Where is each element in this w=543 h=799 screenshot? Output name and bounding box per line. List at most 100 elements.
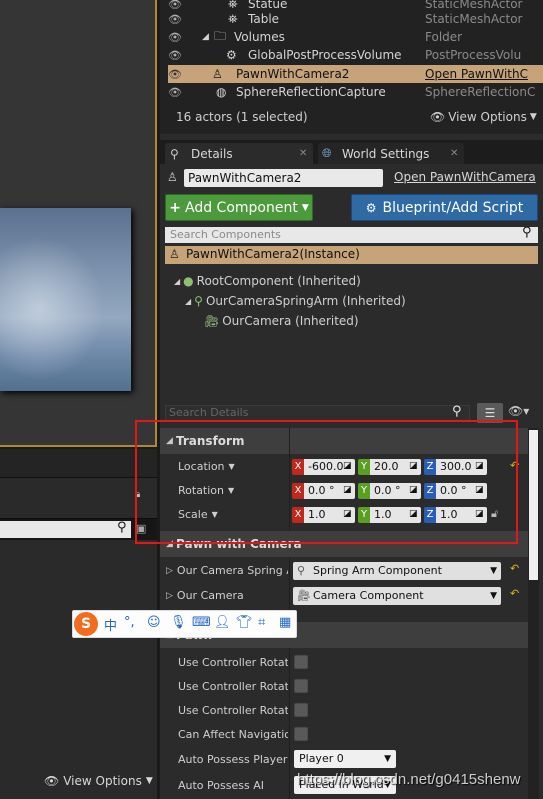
drag-handle-icon[interactable]: ◪ <box>475 486 484 495</box>
search-icon[interactable]: ⚲ <box>452 404 462 419</box>
chevron-down-icon: ▼ <box>490 591 497 601</box>
outliner-row[interactable]: 👁︎ ◢ 🗀 Volumes Folder <box>168 28 543 46</box>
user-icon[interactable]: 👤︎ <box>214 615 231 630</box>
visibility-eye-icon[interactable]: 👁︎ <box>168 31 184 44</box>
use-controller-rotation-yaw-checkbox[interactable] <box>294 679 308 693</box>
tree-item-springarm[interactable]: ◢ ⚲ OurCameraSpringArm (Inherited) <box>185 294 406 308</box>
visibility-eye-icon[interactable]: 👁︎ <box>168 86 184 99</box>
our-camera-label[interactable]: ▷ Our Camera <box>166 589 288 602</box>
rotation-z-field[interactable]: 0.0 ° ◪ <box>436 483 487 499</box>
outliner-row-type[interactable]: Open PawnWithC <box>425 67 528 81</box>
skin-shirt-icon[interactable]: 👕︎ <box>236 615 253 630</box>
drag-handle-icon[interactable]: ◪ <box>475 510 484 519</box>
add-component-button[interactable]: + Add Component ▼ <box>165 194 313 221</box>
sogou-logo-icon[interactable]: S <box>74 612 98 636</box>
tab-details-label: Details <box>191 146 233 161</box>
scale-label[interactable]: Scale ▼ <box>178 508 288 521</box>
use-controller-rotation-pitch-checkbox[interactable] <box>294 655 308 669</box>
drag-handle-icon[interactable]: ◪ <box>409 486 418 495</box>
tab-world-settings[interactable]: 🌐︎ World Settings ✕ <box>318 143 464 164</box>
scale-y-value: 1.0 <box>374 508 392 521</box>
pawn-icon: ♙ <box>212 67 223 81</box>
visibility-filter-icon[interactable]: 👁︎▾ <box>508 404 529 418</box>
search-icon[interactable]: ⚲ <box>117 520 127 535</box>
expand-arrow-icon[interactable]: ◢ <box>185 297 191 306</box>
ime-chinese-toggle[interactable]: 中 <box>104 615 117 634</box>
crop-icon[interactable]: ⌗ <box>258 615 265 630</box>
location-x-value: -600.0 <box>308 460 344 473</box>
drag-handle-icon[interactable]: ◪ <box>343 462 352 471</box>
scale-x-field[interactable]: 1.0 ◪ <box>304 507 355 523</box>
ime-punctuation-toggle[interactable]: °, <box>124 615 135 630</box>
camera-combo[interactable]: 🎥︎ Camera Component ▼ <box>293 587 501 605</box>
rotation-y-field[interactable]: 0.0 ° ◪ <box>370 483 421 499</box>
tree-item-root[interactable]: ◢ ● RootComponent (Inherited) <box>174 274 361 288</box>
auto-possess-player-dropdown[interactable]: Player 0 ▼ <box>294 750 396 768</box>
left-search-input[interactable] <box>0 521 131 538</box>
outliner-row[interactable]: 👁︎ ⚙ GlobalPostProcessVolume PostProcess… <box>168 46 543 64</box>
search-icon[interactable]: ⚲ <box>522 225 532 240</box>
lock-icon[interactable]: 🔓︎ <box>491 507 498 521</box>
spring-arm-label[interactable]: ▷ Our Camera Spring Arm <box>166 564 288 577</box>
camera-value: Camera Component <box>313 589 424 602</box>
pawn-icon: ♙ <box>169 247 180 261</box>
scale-z-field[interactable]: 1.0 ◪ <box>436 507 487 523</box>
location-x-field[interactable]: -600.0 ◪ <box>304 459 355 475</box>
grid-menu-icon[interactable]: ▦ <box>279 615 291 630</box>
outliner-row-type: Folder <box>425 30 463 44</box>
spring-arm-label-text: Our Camera Spring Arm <box>176 564 288 577</box>
tab-details[interactable]: ⚲ Details ✕ <box>165 143 313 164</box>
drag-handle-icon[interactable]: ◪ <box>343 486 352 495</box>
close-icon[interactable]: ✕ <box>299 148 307 159</box>
visibility-eye-icon[interactable]: 👁︎ <box>168 13 184 26</box>
tree-item-camera[interactable]: 🎥︎ OurCamera (Inherited) <box>204 314 359 328</box>
rotation-label[interactable]: Rotation ▼ <box>178 484 288 497</box>
visibility-eye-icon[interactable]: 👁︎ <box>168 68 184 81</box>
label-text: Auto Possess Player <box>178 753 288 766</box>
drag-handle-icon[interactable]: ◪ <box>409 462 418 471</box>
category-transform[interactable]: ◢ Transform <box>160 428 528 454</box>
location-z-field[interactable]: 300.0 ◪ <box>436 459 487 475</box>
emoji-icon[interactable]: ☺ <box>147 615 161 630</box>
blueprint-add-script-button[interactable]: ⚙ Blueprint/Add Script <box>351 194 538 221</box>
spring-arm-combo[interactable]: ⚲ Spring Arm Component ▼ <box>293 562 501 580</box>
property-matrix-button[interactable]: ☰ <box>477 403 503 423</box>
collapse-arrow-icon: ◢ <box>166 539 173 549</box>
location-y-field[interactable]: 20.0 ◪ <box>370 459 421 475</box>
drag-handle-icon[interactable]: ◪ <box>343 510 352 519</box>
level-viewport[interactable] <box>0 0 155 445</box>
drag-handle-icon[interactable]: ◪ <box>475 462 484 471</box>
expand-arrow-icon[interactable]: ◢ <box>202 32 209 42</box>
outliner-view-options[interactable]: 👁︎ View Options ▼ <box>430 110 537 124</box>
outliner-row-type: StaticMeshActor <box>425 12 523 26</box>
location-z-value: 300.0 <box>440 460 472 473</box>
category-pawn-with-camera[interactable]: ◢ Pawn with Camera <box>160 531 528 557</box>
use-controller-rotation-roll-checkbox[interactable] <box>294 703 308 717</box>
reset-to-default-icon[interactable]: ↶ <box>510 587 519 600</box>
outliner-row[interactable]: 👁︎ ⛯ Table StaticMeshActor <box>168 10 543 28</box>
scrollbar-thumb[interactable] <box>529 430 538 580</box>
outliner-row-selected[interactable]: 👁︎ ♙ PawnWithCamera2 Open PawnWithC <box>168 65 543 83</box>
close-icon[interactable]: ✕ <box>450 148 458 159</box>
y-axis-label: Y <box>358 483 370 499</box>
can-affect-navigation-checkbox[interactable] <box>294 727 308 741</box>
location-label[interactable]: Location ▼ <box>178 460 288 473</box>
expand-arrow-icon[interactable]: ◢ <box>174 277 180 286</box>
rotation-x-field[interactable]: 0.0 ° ◪ <box>304 483 355 499</box>
reset-to-default-icon[interactable]: ↶ <box>510 562 519 575</box>
actor-name-field[interactable]: PawnWithCamera2 <box>184 169 383 187</box>
microphone-icon[interactable]: 🎙︎ <box>170 615 187 630</box>
left-view-options[interactable]: 👁︎ View Options ▼ <box>44 774 153 788</box>
save-icon[interactable]: ▣ <box>136 522 146 535</box>
reset-to-default-icon[interactable]: ↶ <box>510 459 519 472</box>
keyboard-icon[interactable]: ⌨ <box>192 615 211 630</box>
drag-handle-icon[interactable]: ◪ <box>409 510 418 519</box>
visibility-eye-icon[interactable]: 👁︎ <box>168 0 184 11</box>
outliner-row[interactable]: 👁︎ ◍ SphereReflectionCapture SphereRefle… <box>168 83 543 101</box>
visibility-eye-icon[interactable]: 👁︎ <box>168 49 184 62</box>
open-blueprint-link[interactable]: Open PawnWithCamera <box>394 170 543 184</box>
camera-icon: 🎥︎ <box>204 314 220 328</box>
scale-y-field[interactable]: 1.0 ◪ <box>370 507 421 523</box>
lock-icon[interactable]: 🔒︎ <box>135 489 147 501</box>
details-icon: ⚲ <box>170 146 179 161</box>
